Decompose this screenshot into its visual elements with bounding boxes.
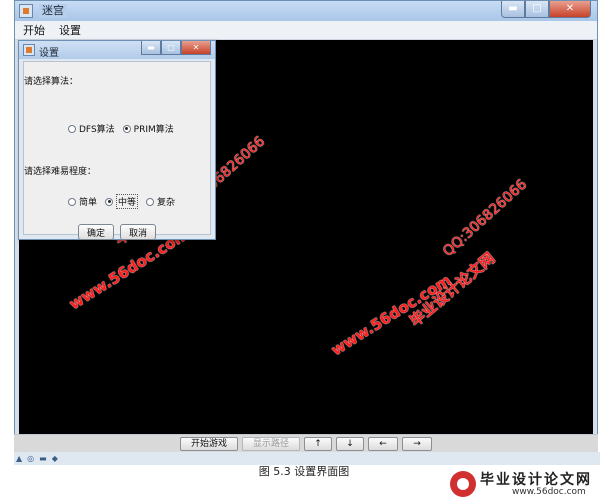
app-icon (19, 4, 33, 18)
radio-label: 中等 (116, 194, 139, 209)
control-bar: 开始游戏 显示路径 ↑ ↓ ← → (14, 434, 598, 453)
app-icon (23, 44, 35, 56)
site-logo: 毕业设计论文网 www.56doc.com (450, 469, 600, 499)
tray-icon: ◆ (51, 454, 58, 463)
minimize-icon[interactable]: ▬ (501, 1, 525, 18)
close-icon[interactable]: ✕ (549, 1, 591, 18)
algorithm-radio-group: DFS算法 PRIM算法 (68, 122, 182, 135)
radio-label: 复杂 (157, 198, 176, 208)
difficulty-label: 请选择难易程度： (24, 167, 97, 177)
radio-checked-icon (122, 124, 131, 133)
radio-checked-icon (105, 197, 114, 206)
down-arrow-button[interactable]: ↓ (336, 437, 364, 451)
menu-settings[interactable]: 设置 (53, 22, 87, 38)
radio-icon (68, 124, 76, 133)
tray-icon: ▲ (16, 454, 23, 463)
difficulty-radio-group: 简单 中等 复杂 (68, 194, 183, 209)
logo-title: 毕业设计论文网 (480, 472, 592, 488)
radio-icon (146, 197, 155, 206)
radio-easy[interactable]: 简单 (68, 195, 97, 208)
radio-hard[interactable]: 复杂 (146, 195, 175, 208)
minimize-icon[interactable]: ▬ (141, 41, 161, 55)
right-arrow-button[interactable]: → (402, 437, 432, 451)
ok-button[interactable]: 确定 (78, 224, 114, 240)
window-title: 迷宫 (39, 4, 67, 18)
close-icon[interactable]: ✕ (181, 41, 211, 55)
menu-bar: 开始 设置 (15, 21, 597, 40)
maximize-icon[interactable]: □ (161, 41, 181, 55)
dialog-body: 请选择算法： DFS算法 PRIM算法 请选择难易程度： 简单 中等 复杂 确定… (23, 61, 211, 240)
window-controls: ▬ □ ✕ (501, 1, 591, 19)
radio-prim[interactable]: PRIM算法 (122, 122, 174, 135)
dialog-title: 设置 (39, 48, 59, 59)
window-titlebar[interactable]: 迷宫 ▬ □ ✕ (15, 1, 597, 21)
radio-icon (68, 197, 76, 206)
settings-dialog: 设置 ▬ □ ✕ 请选择算法： DFS算法 PRIM算法 请选择难易程度： 简单 (18, 40, 216, 240)
show-path-button[interactable]: 显示路径 (242, 437, 300, 451)
left-arrow-button[interactable]: ← (368, 437, 398, 451)
maximize-icon[interactable]: □ (525, 1, 549, 18)
up-arrow-button[interactable]: ↑ (304, 437, 332, 451)
tray-icon: ▬ (39, 454, 47, 463)
radio-medium[interactable]: 中等 (105, 194, 139, 209)
tray-icon: ◎ (27, 454, 35, 463)
cancel-button[interactable]: 取消 (120, 224, 156, 240)
radio-dfs[interactable]: DFS算法 (68, 122, 115, 135)
radio-label: 简单 (79, 198, 98, 208)
logo-url: www.56doc.com (512, 487, 586, 497)
logo-mark-icon (450, 471, 476, 497)
menu-start[interactable]: 开始 (17, 22, 51, 38)
dialog-titlebar[interactable]: 设置 ▬ □ ✕ (19, 41, 215, 59)
dialog-controls: ▬ □ ✕ (141, 41, 211, 55)
start-game-button[interactable]: 开始游戏 (180, 437, 238, 451)
radio-label: PRIM算法 (133, 125, 174, 135)
radio-label: DFS算法 (79, 125, 115, 135)
algorithm-label: 请选择算法： (24, 77, 79, 87)
